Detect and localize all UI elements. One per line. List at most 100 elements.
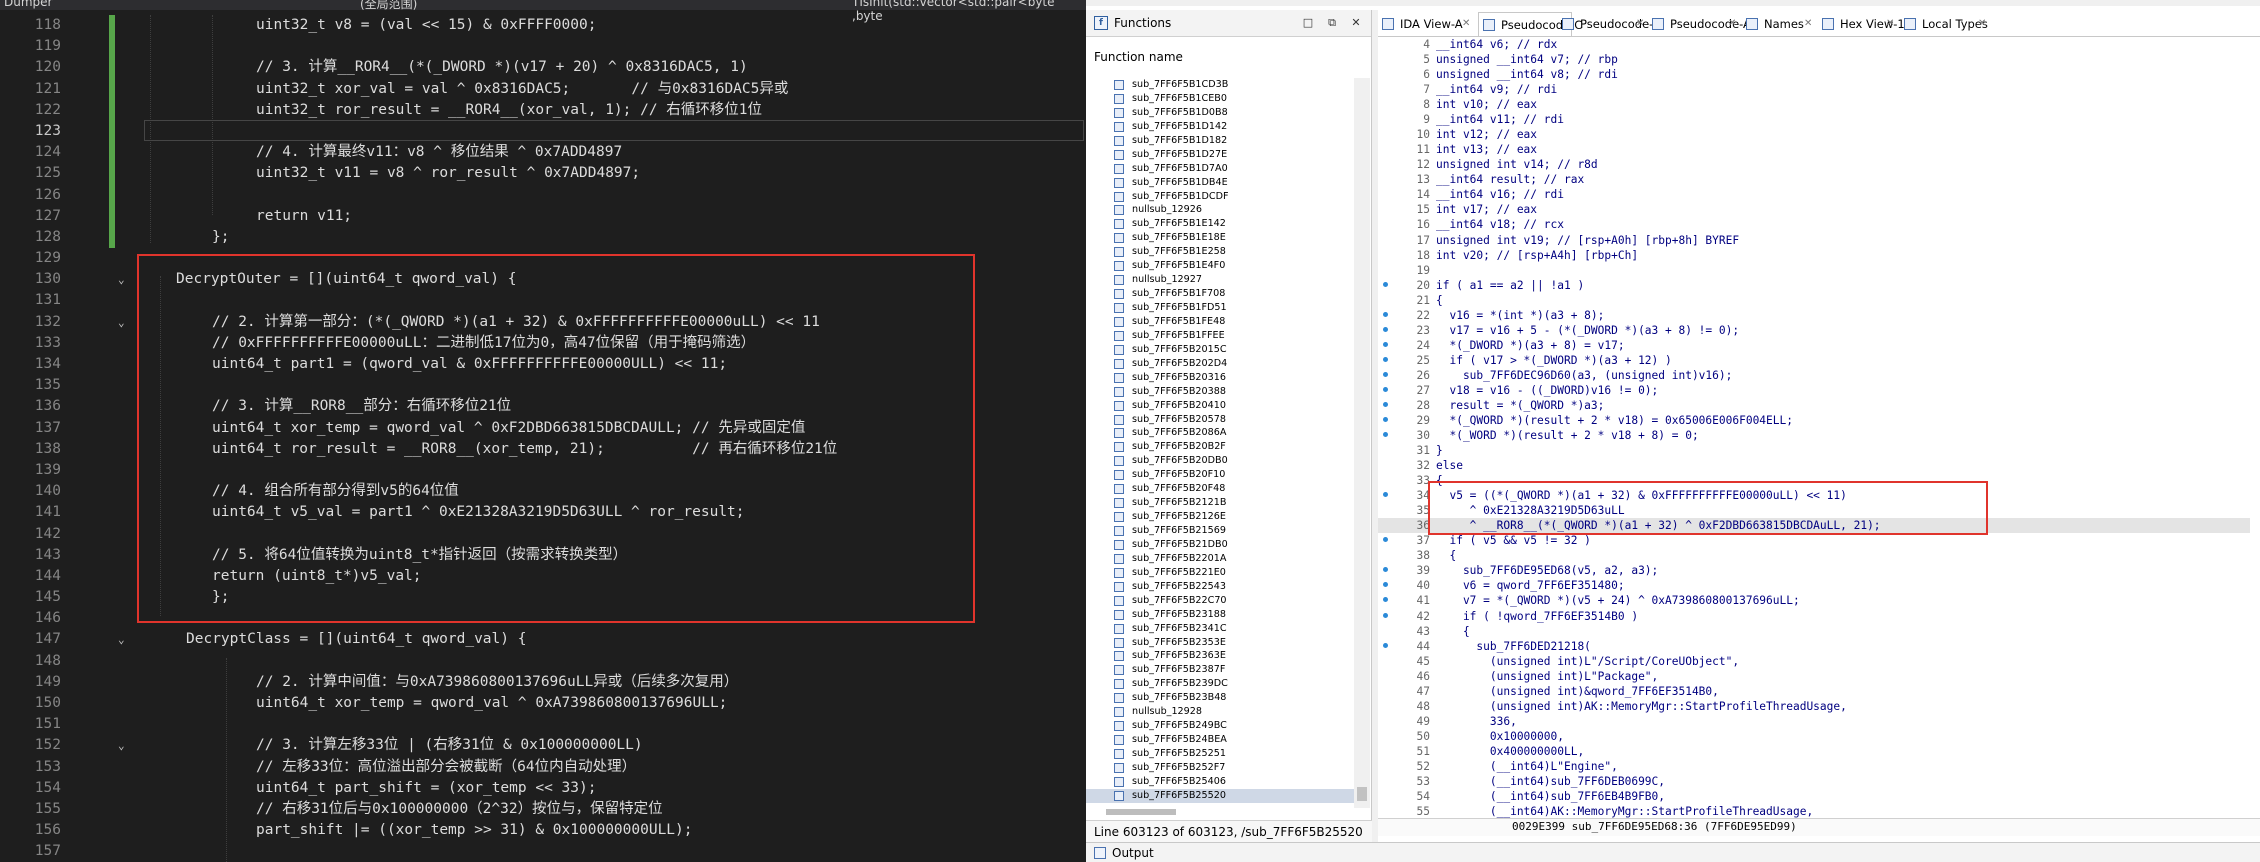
- pseudocode-line[interactable]: 13 __int64 result; // rax: [1378, 172, 2250, 187]
- pseudocode-line[interactable]: 53 (__int64)sub_7FF6DEB0699C,: [1378, 774, 2250, 789]
- tab-local-types[interactable]: Local Types ✕: [1900, 12, 1990, 36]
- function-list-item[interactable]: sub_7FF6F5B20B2F: [1086, 440, 1354, 454]
- tab-close-icon[interactable]: ✕: [1804, 12, 1812, 36]
- pseudocode-line[interactable]: 37 if ( v5 && v5 != 32 ): [1378, 533, 2250, 548]
- scrollbar-thumb[interactable]: [1357, 787, 1367, 801]
- pseudocode-line[interactable]: 8 int v10; // eax: [1378, 97, 2250, 112]
- function-list-item[interactable]: sub_7FF6F5B1FFEE: [1086, 329, 1354, 343]
- pseudocode-line[interactable]: 29 *(_QWORD *)(result + 2 * v18) = 0x650…: [1378, 413, 2250, 428]
- tab-ida-view-a[interactable]: IDA View-A ✕: [1378, 12, 1474, 36]
- breakpoint-dot-icon[interactable]: [1383, 281, 1388, 287]
- function-list-item[interactable]: sub_7FF6F5B1DB4E: [1086, 176, 1354, 190]
- pseudocode-line[interactable]: 19: [1378, 263, 2250, 278]
- pseudocode-line[interactable]: 32 else: [1378, 458, 2250, 473]
- function-list-item[interactable]: sub_7FF6F5B2353E: [1086, 636, 1354, 650]
- pseudocode-line[interactable]: 7 __int64 v9; // rdi: [1378, 82, 2250, 97]
- pseudocode-line[interactable]: 11 int v13; // eax: [1378, 142, 2250, 157]
- pseudocode-line[interactable]: 41 v7 = *(_QWORD *)(v5 + 24) ^ 0xA739860…: [1378, 593, 2250, 608]
- code-line[interactable]: 147 ⌄ DecryptClass = [](uint64_t qword_val…: [0, 629, 1086, 650]
- function-list-item[interactable]: sub_7FF6F5B2363E: [1086, 649, 1354, 663]
- function-list-item[interactable]: sub_7FF6F5B1E142: [1086, 217, 1354, 231]
- function-list-item[interactable]: sub_7FF6F5B20F10: [1086, 468, 1354, 482]
- tab-names[interactable]: Names ✕: [1742, 12, 1816, 36]
- pseudocode-line[interactable]: 20 if ( a1 == a2 || !a1 ): [1378, 278, 2250, 293]
- function-list-item[interactable]: sub_7FF6F5B21DB0: [1086, 538, 1354, 552]
- pseudocode-view[interactable]: 4 __int64 v6; // rdx 5 unsigned __int64 v7;…: [1378, 37, 2250, 820]
- function-list-item[interactable]: sub_7FF6F5B23188: [1086, 608, 1354, 622]
- pseudocode-line[interactable]: 50 0x10000000,: [1378, 729, 2250, 744]
- tab-close-icon[interactable]: ✕: [1728, 12, 1736, 36]
- code-line[interactable]: 123: [0, 120, 1086, 143]
- function-list-item[interactable]: sub_7FF6F5B25406: [1086, 775, 1354, 789]
- code-line[interactable]: 118 uint32_t v8 = (val << 15) & 0xFFFF000…: [0, 15, 1086, 37]
- breakpoint-dot-icon[interactable]: [1383, 432, 1388, 438]
- output-panel-header[interactable]: Output: [1086, 842, 2260, 862]
- scrollbar-thumb[interactable]: [1106, 809, 1176, 815]
- scope-dropdown[interactable]: (全局范围): [360, 0, 417, 12]
- function-list-item[interactable]: sub_7FF6F5B1D27E: [1086, 148, 1354, 162]
- code-line[interactable]: 122 uint32_t ror_result = __ROR4__(xor_va…: [0, 99, 1086, 121]
- pseudocode-line[interactable]: 55 (__int64)AK::MemoryMgr::StartProfileT…: [1378, 804, 2250, 819]
- code-line[interactable]: 126: [0, 184, 1086, 206]
- breakpoint-dot-icon[interactable]: [1383, 582, 1388, 588]
- code-line[interactable]: 154 uint64_t part_shift = (xor_temp << 33…: [0, 778, 1086, 799]
- function-list-item[interactable]: sub_7FF6F5B22543: [1086, 580, 1354, 594]
- breakpoint-dot-icon[interactable]: [1383, 612, 1388, 618]
- pseudocode-line[interactable]: 24 *(_DWORD *)(a3 + 8) = v17;: [1378, 338, 2250, 353]
- code-line[interactable]: 149 // 2. 计算中间值：与0xA739860800137696uLL异或（…: [0, 672, 1086, 693]
- code-line[interactable]: 153 // 左移33位：高位溢出部分会被截断（64位内自动处理）: [0, 757, 1086, 778]
- function-list-item[interactable]: nullsub_12926: [1086, 203, 1354, 217]
- pseudocode-line[interactable]: 18 int v20; // [rsp+A4h] [rbp+Ch]: [1378, 248, 2250, 263]
- function-list-item[interactable]: sub_7FF6F5B1CEB0: [1086, 92, 1354, 106]
- code-line[interactable]: 125 uint32_t v11 = v8 ^ ror_result ^ 0x7A…: [0, 163, 1086, 185]
- code-line[interactable]: 150 uint64_t xor_temp = qword_val ^ 0xA73…: [0, 693, 1086, 714]
- pseudocode-line[interactable]: 21 {: [1378, 293, 2250, 308]
- breakpoint-dot-icon[interactable]: [1383, 326, 1388, 332]
- fold-chevron-icon[interactable]: ⌄: [118, 269, 132, 290]
- function-list-item[interactable]: sub_7FF6F5B239DC: [1086, 677, 1354, 691]
- breakpoint-dot-icon[interactable]: [1383, 597, 1388, 603]
- function-list-item[interactable]: sub_7FF6F5B2387F: [1086, 663, 1354, 677]
- pseudocode-line[interactable]: 42 if ( !qword_7FF6EF3514B0 ): [1378, 609, 2250, 624]
- pseudocode-line[interactable]: 28 result = *(_QWORD *)a3;: [1378, 398, 2250, 413]
- pseudocode-line[interactable]: 26 sub_7FF6DEC96D60(a3, (unsigned int)v1…: [1378, 368, 2250, 383]
- breakpoint-dot-icon[interactable]: [1383, 492, 1388, 498]
- code-line[interactable]: 151: [0, 714, 1086, 735]
- pseudocode-line[interactable]: 22 v16 = *(int *)(a3 + 8);: [1378, 308, 2250, 323]
- function-list-item[interactable]: sub_7FF6F5B1D142: [1086, 120, 1354, 134]
- breakpoint-dot-icon[interactable]: [1383, 371, 1388, 377]
- breakpoint-dot-icon[interactable]: [1383, 341, 1388, 347]
- float-icon[interactable]: ⧉: [1324, 16, 1340, 30]
- function-list-item[interactable]: sub_7FF6F5B1D0B8: [1086, 106, 1354, 120]
- function-list-item[interactable]: sub_7FF6F5B1E258: [1086, 245, 1354, 259]
- function-list-item[interactable]: sub_7FF6F5B20578: [1086, 413, 1354, 427]
- function-list-item[interactable]: sub_7FF6F5B20DB0: [1086, 454, 1354, 468]
- pseudocode-line[interactable]: 31}: [1378, 443, 2250, 458]
- pseudocode-line[interactable]: 44 sub_7FF6DED21218(: [1378, 639, 2250, 654]
- pseudocode-line[interactable]: 48 (unsigned int)AK::MemoryMgr::StartPro…: [1378, 699, 2250, 714]
- pseudocode-line[interactable]: 45 (unsigned int)L"/Script/CoreUObject",: [1378, 654, 2250, 669]
- function-list-item[interactable]: sub_7FF6F5B1D7A0: [1086, 162, 1354, 176]
- functions-vertical-scrollbar[interactable]: [1354, 78, 1370, 808]
- code-editor[interactable]: Dumper (全局范围) TIsInit(std::vector<std::p…: [0, 0, 1086, 862]
- pseudocode-line[interactable]: 54 (__int64)sub_7FF6EB4B9FB0,: [1378, 789, 2250, 804]
- function-list-item[interactable]: sub_7FF6F5B221E0: [1086, 566, 1354, 580]
- breakpoint-dot-icon[interactable]: [1383, 386, 1388, 392]
- code-line[interactable]: 156 part_shift |= ((xor_temp >> 31) & 0x1…: [0, 820, 1086, 841]
- tab-pseudocode-a[interactable]: Pseudocode-A ✕: [1648, 12, 1751, 36]
- function-list-item[interactable]: sub_7FF6F5B1FE48: [1086, 315, 1354, 329]
- tab-close-icon[interactable]: ✕: [1636, 12, 1644, 36]
- close-icon[interactable]: ✕: [1348, 16, 1364, 30]
- code-line[interactable]: 157: [0, 841, 1086, 862]
- pseudocode-line[interactable]: 49 336,: [1378, 714, 2250, 729]
- function-list-item[interactable]: sub_7FF6F5B2121B: [1086, 496, 1354, 510]
- tab-hex-view-1[interactable]: Hex View-1 ✕: [1818, 12, 1905, 36]
- restore-icon[interactable]: □: [1300, 16, 1316, 30]
- code-line[interactable]: 124 // 4. 计算最终v11：v8 ^ 移位结果 ^ 0x7ADD4897: [0, 142, 1086, 164]
- tab-close-icon[interactable]: ✕: [1886, 12, 1894, 36]
- function-list-item[interactable]: sub_7FF6F5B202D4: [1086, 357, 1354, 371]
- function-list-item[interactable]: sub_7FF6F5B23B48: [1086, 691, 1354, 705]
- pseudocode-line[interactable]: 5 unsigned __int64 v7; // rbp: [1378, 52, 2250, 67]
- pseudocode-line[interactable]: 46 (unsigned int)L"Package",: [1378, 669, 2250, 684]
- function-list-item[interactable]: nullsub_12927: [1086, 273, 1354, 287]
